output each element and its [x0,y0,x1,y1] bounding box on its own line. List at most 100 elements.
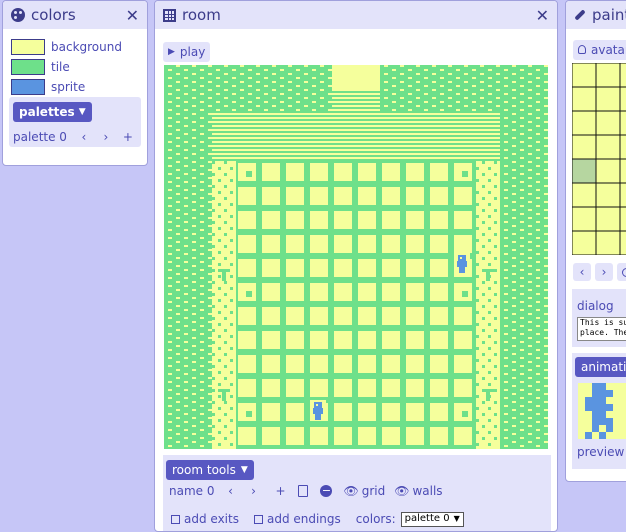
grid-toggle[interactable]: 👁 grid [343,484,385,498]
walls-label: walls [412,484,443,498]
paint-pixel[interactable] [572,63,597,88]
wall-stripe [212,141,500,143]
floor-tile [286,211,304,229]
floor-tile [286,331,304,349]
paint-pixel[interactable] [619,182,626,208]
floor-tile [262,259,280,277]
preview-pixel [592,404,599,411]
floor-tile [238,355,256,373]
dialog-text-line2: place. The [580,328,626,337]
floor-tile [358,307,376,325]
play-icon: ▶ [168,47,175,57]
paint-pixel[interactable] [572,206,597,232]
preview-pixel [599,418,606,425]
chevron-down-icon: ▼ [453,514,460,523]
wall-stripe [212,153,500,155]
palettes-section: palettes ▼ palette 0 ‹ › + [9,97,141,147]
paint-pixel[interactable] [619,63,626,88]
animation-dropdown[interactable]: animation [575,357,626,377]
stair-step [332,89,380,91]
close-icon[interactable]: ✕ [126,6,139,25]
floor-tile [262,187,280,205]
paint-pixel[interactable] [572,110,597,136]
palette-select[interactable]: palette 0 ▼ [400,511,464,527]
color-option-sprite[interactable]: sprite [11,77,139,97]
next-room-button[interactable]: › [244,482,263,500]
floor-tile [334,427,352,445]
paint-title: paint [592,6,626,24]
paint-pixel[interactable] [572,230,597,255]
minus-circle-icon: − [320,484,333,497]
room-name[interactable]: name 0 [169,484,214,498]
room-titlebar[interactable]: room ✕ [155,1,557,29]
add-exits-button[interactable]: add exits [166,509,244,529]
colors-panel: colors ✕ background tile sprite palettes… [2,0,148,166]
prev-frame-button[interactable]: ‹ [573,263,591,281]
paint-pixel[interactable] [619,110,626,136]
paint-pixel[interactable] [619,86,626,112]
floor-tile [406,187,424,205]
find-drawing-button[interactable] [617,263,626,281]
floor-tile [430,331,448,349]
color-option-tile[interactable]: tile [11,57,139,77]
avatar-tab[interactable]: avatar [573,39,626,60]
wall-stripe [212,137,500,139]
paint-pixel[interactable] [619,206,626,232]
prev-room-button[interactable]: ‹ [221,482,240,500]
paint-pixel[interactable] [595,110,621,136]
floor-tile [382,283,400,301]
play-button[interactable]: ▶ play [163,42,211,62]
floor-tile [262,403,280,421]
paint-pixel[interactable] [595,86,621,112]
floor-tile [334,259,352,277]
palettes-dropdown[interactable]: palettes ▼ [13,102,92,122]
eye-slash-icon: 👁 [343,484,359,498]
paint-pixel[interactable] [595,63,621,88]
paint-pixel[interactable] [619,230,626,255]
room-tools-dropdown[interactable]: room tools ▼ [166,460,254,480]
paint-pixel[interactable] [619,158,626,184]
duplicate-room-button[interactable] [294,482,313,500]
paint-pixel[interactable] [572,158,597,184]
sprite-swatch[interactable] [11,79,45,95]
preview-pixel [585,404,592,411]
delete-room-button[interactable]: − [317,482,336,500]
preview-pixel [599,411,606,418]
paint-pixel[interactable] [595,182,621,208]
paint-pixel[interactable] [595,158,621,184]
paint-pixel[interactable] [595,206,621,232]
preview-pixel [599,390,606,397]
paint-pixel[interactable] [619,134,626,160]
dialog-textarea[interactable]: This is su place. The [577,317,626,341]
paint-pixel[interactable] [595,230,621,255]
add-room-button[interactable]: + [271,482,290,500]
add-endings-button[interactable]: add endings [248,509,346,529]
dialog-text-line1: This is su [580,318,626,327]
palette-name[interactable]: palette 0 [13,130,67,144]
close-icon[interactable]: ✕ [536,6,549,25]
colors-titlebar[interactable]: colors ✕ [3,1,147,29]
floor-tile [334,403,352,421]
floor-tile [358,403,376,421]
paint-titlebar[interactable]: paint [566,1,626,29]
next-palette-button[interactable]: › [96,128,115,146]
tile-swatch[interactable] [11,59,45,75]
room-canvas[interactable] [164,65,548,449]
add-palette-button[interactable]: + [118,128,137,146]
chevron-down-icon: ▼ [78,107,86,117]
color-option-background[interactable]: background [11,37,139,57]
background-swatch[interactable] [11,39,45,55]
floor-tile [382,307,400,325]
floor-tile [334,379,352,397]
paint-canvas[interactable] [572,63,626,255]
prev-palette-button[interactable]: ‹ [74,128,93,146]
preview-pixel [606,425,613,432]
paint-pixel[interactable] [572,86,597,112]
paint-pixel[interactable] [595,134,621,160]
paint-pixel[interactable] [572,182,597,208]
floor-tile [430,307,448,325]
next-frame-button[interactable]: › [595,263,613,281]
paint-pixel[interactable] [572,134,597,160]
walls-toggle[interactable]: 👁 walls [394,484,442,498]
stair-step [332,109,380,111]
